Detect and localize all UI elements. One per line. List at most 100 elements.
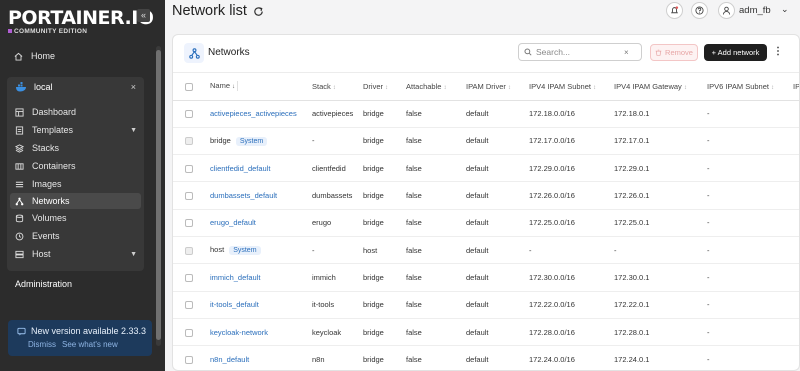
row-checkbox[interactable] — [185, 192, 193, 201]
panel-header: Networks × Remove + Add network ⋮ — [173, 35, 799, 73]
cell-driver: bridge — [359, 127, 402, 156]
table-row[interactable]: bridge System - bridge false default 172.17.0.… — [173, 127, 799, 156]
cell-ip — [789, 100, 799, 128]
table-row[interactable]: keycloak-network keycloak bridge false defau… — [173, 318, 799, 347]
help-button[interactable] — [691, 2, 708, 19]
network-name-cell[interactable]: activepieces_activepieces — [210, 100, 308, 128]
sidebar-scrollbar[interactable] — [156, 46, 161, 346]
table-row[interactable]: dumbassets_default dumbassets bridge false d… — [173, 181, 799, 210]
see-whats-new-link[interactable]: See what's new — [62, 340, 118, 349]
network-name-link[interactable]: erugo_default — [210, 218, 256, 227]
search-icon — [524, 48, 532, 56]
row-checkbox[interactable] — [185, 301, 193, 310]
column-header-ipv4-subnet[interactable]: IPV4 IPAM Subnet ↕ — [525, 73, 610, 101]
network-name-cell[interactable]: n8n_default — [210, 345, 308, 370]
column-header-ipv4-gateway[interactable]: IPV4 IPAM Gateway ↕ — [610, 73, 703, 101]
environment-header[interactable]: local — [15, 82, 53, 92]
network-name-cell[interactable]: host System — [210, 236, 308, 265]
network-name-cell[interactable]: keycloak-network — [210, 318, 308, 347]
column-header-ipv6-subnet[interactable]: IPV6 IPAM Subnet ↕ — [703, 73, 789, 101]
row-checkbox[interactable] — [185, 328, 193, 337]
environment-name: local — [34, 82, 53, 92]
cell-driver: host — [359, 236, 402, 265]
select-all-checkbox[interactable] — [185, 82, 193, 91]
bell-icon — [671, 6, 679, 14]
column-header-ip[interactable]: IP — [789, 73, 799, 101]
column-header-name[interactable]: Name ↓ — [210, 73, 308, 101]
sidebar-item-images[interactable]: Images — [15, 176, 143, 192]
column-header-stack[interactable]: Stack ↕ — [308, 73, 359, 101]
sidebar-item-events[interactable]: Events — [15, 228, 143, 244]
cell-attachable: false — [402, 236, 462, 265]
column-header-attachable[interactable]: Attachable ↕ — [402, 73, 462, 101]
network-name-link[interactable]: clientfedid_default — [210, 164, 270, 173]
scroll-thumb[interactable] — [156, 50, 161, 340]
search-input[interactable] — [536, 47, 620, 57]
network-name-cell[interactable]: clientfedid_default — [210, 154, 308, 183]
network-name-cell[interactable]: bridge System — [210, 127, 308, 156]
row-checkbox[interactable] — [185, 110, 193, 119]
sidebar-item-volumes[interactable]: Volumes — [15, 210, 143, 226]
help-icon — [695, 6, 704, 15]
refresh-icon[interactable] — [253, 6, 264, 17]
network-name-link[interactable]: activepieces_activepieces — [210, 109, 297, 118]
row-checkbox[interactable] — [185, 355, 193, 364]
table-row[interactable]: clientfedid_default clientfedid bridge fals… — [173, 154, 799, 183]
network-name-cell[interactable]: immich_default — [210, 263, 308, 292]
add-network-button[interactable]: + Add network — [704, 44, 767, 61]
table-row[interactable]: immich_default immich bridge false default 17… — [173, 263, 799, 292]
cell-gateway: 172.24.0.1 — [610, 345, 703, 370]
sidebar-item-dashboard[interactable]: Dashboard — [15, 104, 143, 120]
search-box[interactable]: × — [518, 43, 642, 61]
row-checkbox[interactable] — [185, 164, 193, 173]
sidebar-item-templates[interactable]: Templates ▼ — [15, 122, 143, 138]
network-name-link[interactable]: dumbassets_default — [210, 191, 277, 200]
cell-driver: bridge — [359, 100, 402, 128]
cell-subnet: 172.26.0.0/16 — [525, 181, 610, 210]
sidebar-item-host[interactable]: Host ▼ — [15, 246, 143, 262]
chevron-down-icon[interactable]: ▼ — [130, 251, 137, 258]
network-name-cell[interactable]: erugo_default — [210, 209, 308, 237]
cell-ip — [789, 209, 799, 237]
user-name[interactable]: adm_fb — [739, 5, 771, 16]
network-name-cell[interactable]: it-tools_default — [210, 291, 308, 319]
cell-stack: - — [308, 236, 359, 265]
table-row[interactable]: it-tools_default it-tools bridge false defau… — [173, 291, 799, 319]
network-name-cell[interactable]: dumbassets_default — [210, 181, 308, 210]
row-checkbox[interactable] — [185, 219, 193, 228]
edition-dot-icon — [8, 29, 12, 34]
table-row[interactable]: n8n_default n8n bridge false default 172.24.0… — [173, 345, 799, 370]
clear-search-icon[interactable]: × — [624, 48, 629, 57]
sidebar-administration[interactable]: Administration — [15, 279, 72, 289]
network-name-link[interactable]: it-tools_default — [210, 300, 259, 309]
notifications-button[interactable] — [666, 2, 683, 19]
add-network-label: + Add network — [711, 48, 760, 57]
network-name-link[interactable]: n8n_default — [210, 355, 249, 364]
table-row[interactable]: host System - host false default - - - — [173, 236, 799, 265]
chevron-down-icon[interactable]: ▼ — [130, 127, 137, 134]
sidebar-item-networks[interactable]: Networks — [10, 193, 141, 209]
network-name-link[interactable]: immich_default — [210, 273, 260, 282]
column-header-ipam-driver[interactable]: IPAM Driver ↕ — [462, 73, 525, 101]
column-header-driver[interactable]: Driver ↕ — [359, 73, 402, 101]
network-name-link[interactable]: keycloak-network — [210, 328, 268, 337]
more-options-icon[interactable]: ⋮ — [773, 46, 783, 57]
cell-attachable: false — [402, 154, 462, 183]
user-avatar[interactable] — [718, 2, 735, 19]
cell-subnet: - — [525, 236, 610, 265]
remove-button[interactable]: Remove — [650, 44, 698, 61]
table-row[interactable]: activepieces_activepieces activepieces bri… — [173, 100, 799, 128]
row-checkbox[interactable] — [185, 273, 193, 282]
chevron-down-icon[interactable]: ⌄ — [781, 4, 789, 15]
sidebar-item-home[interactable]: Home — [14, 51, 55, 61]
cell-stack: immich — [308, 263, 359, 292]
brand-logo[interactable]: PORTAINER.IO — [8, 7, 154, 29]
dismiss-link[interactable]: Dismiss — [28, 340, 56, 349]
remove-button-label: Remove — [665, 48, 693, 57]
sidebar-item-containers[interactable]: Containers — [15, 158, 143, 174]
close-environment-icon[interactable]: × — [131, 82, 136, 92]
sidebar-item-stacks[interactable]: Stacks — [15, 140, 143, 156]
collapse-sidebar-button[interactable]: « — [137, 9, 150, 22]
table-row[interactable]: erugo_default erugo bridge false default 172.… — [173, 209, 799, 237]
docker-icon — [16, 82, 26, 92]
